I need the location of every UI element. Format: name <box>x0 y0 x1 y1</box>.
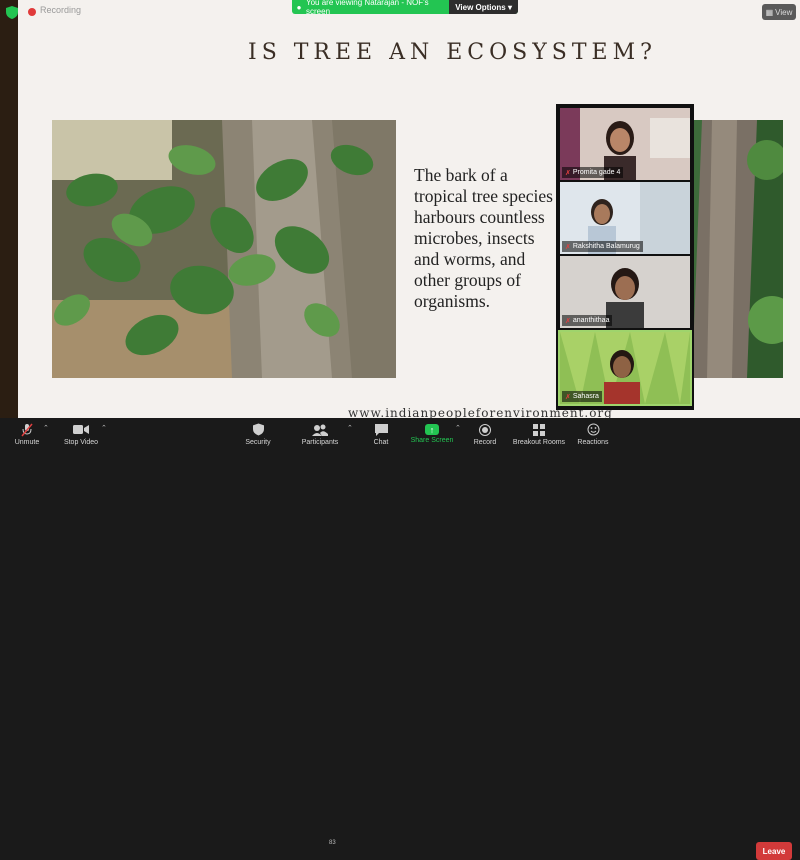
unmute-label: Unmute <box>14 438 40 446</box>
unmute-button[interactable]: Unmute <box>12 418 42 450</box>
participant-name-badge: ✗ Promita gade 4 <box>562 167 624 178</box>
participant-gallery: ✗ Promita gade 4 ✗ Rakshitha Balamurug ✗… <box>556 104 694 410</box>
chat-button[interactable]: Chat <box>368 418 394 450</box>
view-button[interactable]: ▦ View <box>762 4 796 20</box>
security-label: Security <box>245 438 271 446</box>
participant-count: 83 <box>329 840 336 846</box>
record-label: Record <box>473 438 497 446</box>
participant-tile[interactable]: ✗ Promita gade 4 <box>560 108 690 180</box>
share-options-caret-icon[interactable]: ⌃ <box>455 424 461 432</box>
muted-microphone-icon <box>18 423 36 437</box>
share-screen-icon: ↑ <box>425 424 439 435</box>
recording-label: Recording <box>40 5 82 15</box>
video-camera-icon <box>72 423 90 437</box>
record-button[interactable]: Record <box>472 418 498 450</box>
stop-video-button[interactable]: Stop Video <box>62 418 100 450</box>
participant-tile[interactable]: ✗ ananthithaa <box>560 256 690 328</box>
breakout-rooms-label: Breakout Rooms <box>512 438 566 446</box>
slide-body-text: The bark of a tropical tree species harb… <box>414 165 553 311</box>
participant-name: ananthithaa <box>572 317 610 324</box>
participants-icon <box>311 423 329 437</box>
participant-name-badge: ✗ Sahasra <box>562 391 602 402</box>
participant-tile-active-speaker[interactable]: ✗ Sahasra <box>558 330 692 406</box>
screen-share-banner: ● You are viewing Natarajan - NOF's scre… <box>292 0 518 16</box>
share-screen-label: Share Screen <box>410 437 454 444</box>
grid-icon: ▦ <box>765 7 774 17</box>
leave-button[interactable]: Leave <box>756 842 792 860</box>
participants-label: Participants <box>301 438 339 446</box>
chevron-down-icon: ▾ <box>507 2 512 12</box>
breakout-rooms-button[interactable]: Breakout Rooms <box>512 418 566 450</box>
participant-name-badge: ✗ ananthithaa <box>562 315 613 326</box>
participants-options-caret-icon[interactable]: ⌃ <box>347 424 353 432</box>
share-banner-text: You are viewing Natarajan - NOF's screen <box>306 0 429 16</box>
chat-label: Chat <box>373 438 389 446</box>
security-button[interactable]: Security <box>243 418 273 450</box>
slide-title: IS TREE AN ECOSYSTEM? <box>248 40 657 65</box>
tree-leaves-photo <box>52 120 396 378</box>
muted-mic-icon: ✗ <box>565 317 571 325</box>
unmute-options-caret-icon[interactable]: ⌃ <box>43 424 49 432</box>
chat-bubble-icon <box>372 423 390 437</box>
participant-tile[interactable]: ✗ Rakshitha Balamurug <box>560 182 690 254</box>
shared-screen-area: IS TREE AN ECOSYSTEM? The bark of a trop… <box>0 0 800 418</box>
view-options-button[interactable]: View Options ▾ <box>449 0 518 14</box>
participant-name-badge: ✗ Rakshitha Balamurug <box>562 241 643 252</box>
breakout-rooms-icon <box>530 423 548 437</box>
smiley-icon <box>584 423 602 437</box>
speaker-icon: ● <box>296 2 302 12</box>
screen-left-edge <box>0 0 18 418</box>
reactions-button[interactable]: Reactions <box>576 418 610 450</box>
stop-video-label: Stop Video <box>63 438 99 446</box>
shield-icon <box>6 6 18 19</box>
video-options-caret-icon[interactable]: ⌃ <box>101 424 107 432</box>
meeting-toolbar: Unmute ⌃ Stop Video ⌃ Security Participa… <box>0 418 800 860</box>
record-icon <box>476 423 494 437</box>
muted-mic-icon: ✗ <box>565 393 571 401</box>
muted-mic-icon: ✗ <box>565 169 571 177</box>
participant-name: Promita gade 4 <box>572 169 621 176</box>
share-screen-button[interactable]: ↑ Share Screen <box>410 418 454 450</box>
view-button-label: View <box>775 7 793 17</box>
muted-mic-icon: ✗ <box>565 243 571 251</box>
recording-dot-icon <box>28 8 36 16</box>
view-options-label: View Options <box>455 2 506 12</box>
security-shield-icon <box>249 423 267 437</box>
participant-name: Rakshitha Balamurug <box>572 243 640 250</box>
participants-button[interactable]: Participants <box>300 418 340 450</box>
reactions-label: Reactions <box>577 438 609 446</box>
participant-name: Sahasra <box>572 393 599 400</box>
